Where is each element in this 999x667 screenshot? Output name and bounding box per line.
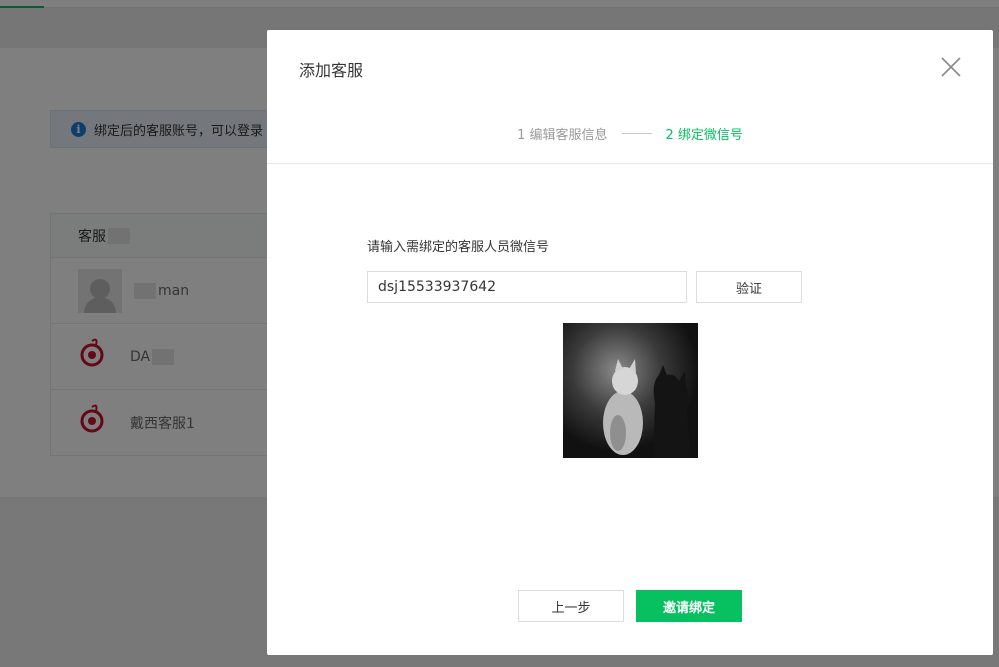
- close-icon: [941, 57, 961, 77]
- wechat-avatar-image: [563, 323, 698, 458]
- step-indicator: 1 编辑客服信息 2 绑定微信号: [267, 123, 993, 143]
- wechat-field-label: 请输入需绑定的客服人员微信号: [367, 240, 550, 255]
- previous-step-button[interactable]: 上一步: [518, 590, 624, 622]
- add-agent-dialog: 添加客服 1 编辑客服信息 2 绑定微信号 请输入需绑定的客服人员微信号 验证: [267, 30, 993, 655]
- step-connector: [621, 132, 652, 134]
- step-bind-wechat: 2 绑定微信号: [665, 127, 743, 143]
- wechat-id-input[interactable]: [367, 271, 687, 303]
- divider: [267, 163, 993, 164]
- close-button[interactable]: [939, 55, 963, 79]
- verify-button[interactable]: 验证: [696, 271, 802, 303]
- step-edit-info: 1 编辑客服信息: [517, 127, 608, 143]
- invite-bind-button[interactable]: 邀请绑定: [636, 590, 742, 622]
- dialog-title: 添加客服: [299, 61, 364, 80]
